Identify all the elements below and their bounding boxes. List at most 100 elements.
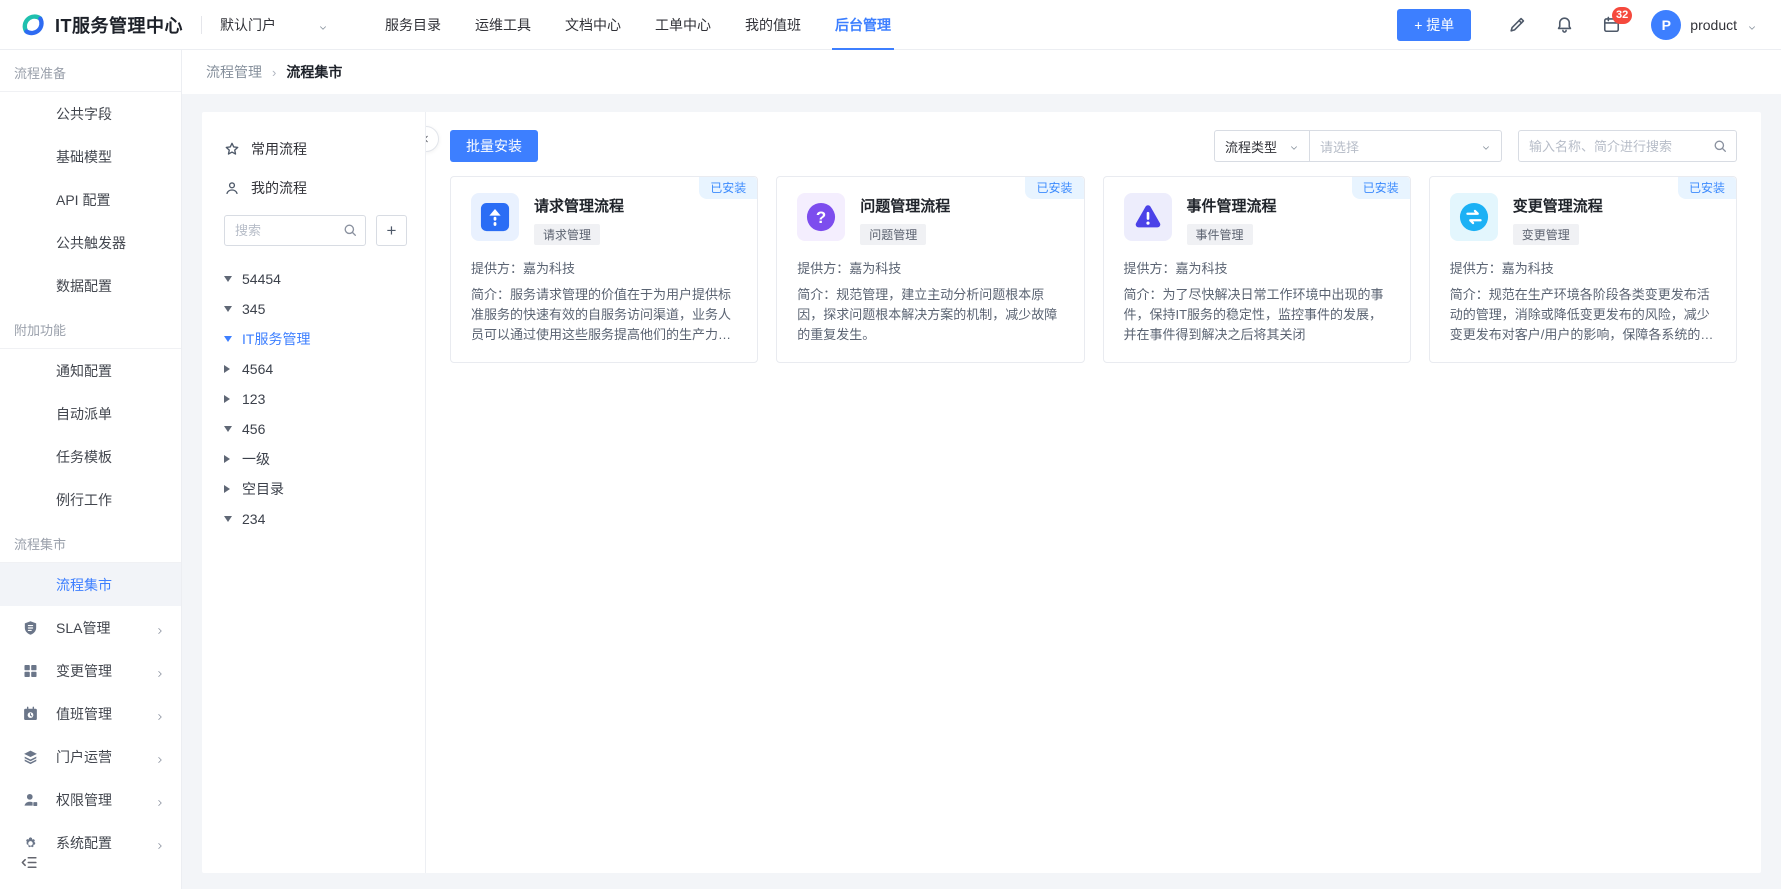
nav-item-4[interactable]: 我的值班 — [728, 0, 818, 50]
tree-expanded-icon[interactable] — [224, 276, 242, 282]
installed-badge: 已安装 — [1352, 177, 1410, 199]
tree-node-label: 345 — [242, 301, 265, 317]
flow-card[interactable]: 已安装 变更管理流程 变更管理 提供方：嘉为科技 简介：规范在生产环境各阶段各类… — [1429, 176, 1737, 363]
tree-expanded-icon[interactable] — [224, 306, 242, 312]
tree-node[interactable]: 123 — [224, 384, 407, 414]
flow-card-description: 简介：为了尽快解决日常工作环境中出现的事件，保持IT服务的稳定性，监控事件的发展… — [1124, 285, 1390, 344]
user-menu[interactable]: P product — [1651, 10, 1757, 40]
nav-item-3[interactable]: 工单中心 — [638, 0, 728, 50]
tree-search — [224, 215, 366, 246]
flow-type-select[interactable]: 流程类型 — [1214, 130, 1310, 162]
sidebar-item[interactable]: 值班管理 — [0, 692, 181, 735]
chevron-right-icon — [155, 709, 165, 719]
flow-card-title: 请求管理流程 — [534, 195, 624, 216]
flow-card-tag: 变更管理 — [1513, 224, 1579, 245]
flow-card-title: 事件管理流程 — [1187, 195, 1277, 216]
nav-item-0[interactable]: 服务目录 — [368, 0, 458, 50]
quick-link-label: 常用流程 — [251, 139, 307, 159]
chevron-right-icon — [155, 838, 165, 848]
avatar: P — [1651, 10, 1681, 40]
breadcrumb-parent[interactable]: 流程管理 — [206, 62, 262, 82]
tree-node[interactable]: 456 — [224, 414, 407, 444]
flow-card-provider: 提供方：嘉为科技 — [1124, 258, 1390, 277]
tree-node-label: 456 — [242, 421, 265, 437]
filters: 流程类型 请选择 — [1214, 130, 1737, 162]
flow-card[interactable]: 已安装 ? 问题管理流程 问题管理 提供方：嘉为科技 简介：规范管理，建立主动分… — [776, 176, 1084, 363]
nav-item-1[interactable]: 运维工具 — [458, 0, 548, 50]
flow-card[interactable]: 已安装 事件管理流程 事件管理 提供方：嘉为科技 简介：为了尽快解决日常工作环境… — [1103, 176, 1411, 363]
sidebar-item[interactable]: SLA管理 — [0, 606, 181, 649]
tree-node[interactable]: IT服务管理 — [224, 324, 407, 354]
tree-collapsed-icon[interactable] — [224, 395, 242, 403]
flow-card-title: 变更管理流程 — [1513, 195, 1603, 216]
bell-icon[interactable] — [1554, 15, 1574, 35]
tree-node-label: 一级 — [242, 449, 270, 469]
sidebar-item-label: SLA管理 — [56, 618, 110, 638]
chevron-down-icon — [1747, 20, 1757, 30]
tree-expanded-icon[interactable] — [224, 516, 242, 522]
sidebar-item[interactable]: 自动派单 — [0, 392, 181, 435]
nav-item-5[interactable]: 后台管理 — [818, 0, 908, 50]
sidebar-item[interactable]: 门户运营 — [0, 735, 181, 778]
tree-collapsed-icon[interactable] — [224, 485, 242, 493]
portal-select-value: 默认门户 — [220, 15, 276, 35]
tree-node[interactable]: 空目录 — [224, 474, 407, 504]
tree-node-label: 234 — [242, 511, 265, 527]
portal-select[interactable]: 默认门户 — [220, 15, 328, 35]
add-folder-button[interactable]: + — [376, 215, 407, 246]
sidebar-item[interactable]: 基础模型 — [0, 135, 181, 178]
tree-node[interactable]: 一级 — [224, 444, 407, 474]
submit-ticket-button[interactable]: + 提单 — [1397, 9, 1471, 41]
question-icon: ? — [797, 193, 845, 241]
sidebar-item[interactable]: 数据配置 — [0, 264, 181, 307]
sidebar-item[interactable]: 例行工作 — [0, 478, 181, 521]
tree-expanded-icon[interactable] — [224, 426, 242, 432]
sla-icon — [22, 619, 39, 636]
quick-link-my-flows[interactable]: 我的流程 — [224, 175, 407, 201]
sidebar-group-title: 附加功能 — [0, 307, 181, 349]
user-icon — [224, 180, 240, 196]
todo-calendar-icon[interactable]: 32 — [1601, 15, 1621, 35]
sidebar-item-label: API 配置 — [56, 190, 110, 210]
chevron-right-icon — [155, 752, 165, 762]
sidebar-group-title: 流程集市 — [0, 521, 181, 563]
sidebar-item[interactable]: 权限管理 — [0, 778, 181, 821]
nav-item-2[interactable]: 文档中心 — [548, 0, 638, 50]
flow-card[interactable]: 已安装 请求管理流程 请求管理 提供方：嘉为科技 简介：服务请求管理的价值在于为… — [450, 176, 758, 363]
flow-type-value-select[interactable]: 请选择 — [1310, 130, 1502, 162]
tree-collapsed-icon[interactable] — [224, 365, 242, 373]
tree-node[interactable]: 4564 — [224, 354, 407, 384]
toolbar: 批量安装 流程类型 请选择 — [450, 130, 1737, 162]
sidebar-item-label: 任务模板 — [56, 447, 112, 467]
sidebar-groups: 流程准备公共字段基础模型API 配置公共触发器数据配置附加功能通知配置自动派单任… — [0, 50, 181, 864]
installed-badge: 已安装 — [1025, 177, 1083, 199]
sidebar-item[interactable]: API 配置 — [0, 178, 181, 221]
tree-collapsed-icon[interactable] — [224, 455, 242, 463]
sidebar-item[interactable]: 公共触发器 — [0, 221, 181, 264]
sidebar-item[interactable]: 公共字段 — [0, 92, 181, 135]
flow-search-input[interactable] — [1518, 130, 1737, 162]
tree-node-label: 4564 — [242, 361, 273, 377]
panel-collapse-button[interactable] — [426, 126, 439, 152]
tree-node[interactable]: 54454 — [224, 264, 407, 294]
sidebar-item-label: 数据配置 — [56, 276, 112, 296]
sidebar-item-label: 门户运营 — [56, 747, 112, 767]
quick-link-common-flows[interactable]: 常用流程 — [224, 136, 407, 162]
search-icon — [1712, 138, 1728, 154]
sidebar-item[interactable]: 任务模板 — [0, 435, 181, 478]
edit-icon[interactable] — [1507, 15, 1527, 35]
sidebar-collapse-icon[interactable] — [20, 853, 40, 873]
flow-tree: 54454 345 IT服务管理 4564 123 456 一级空目录 234 — [224, 264, 407, 534]
sidebar-item[interactable]: 通知配置 — [0, 349, 181, 392]
sidebar-item[interactable]: 变更管理 — [0, 649, 181, 692]
search-icon — [342, 222, 358, 238]
tree-search-row: + — [224, 215, 407, 246]
tree-expanded-icon[interactable] — [224, 336, 242, 342]
flow-card-title: 问题管理流程 — [860, 195, 950, 216]
tree-node-label: 123 — [242, 391, 265, 407]
gear-icon — [22, 834, 39, 851]
bulk-install-button[interactable]: 批量安装 — [450, 130, 538, 162]
tree-node[interactable]: 345 — [224, 294, 407, 324]
tree-node[interactable]: 234 — [224, 504, 407, 534]
sidebar-item[interactable]: 流程集市 — [0, 563, 181, 606]
